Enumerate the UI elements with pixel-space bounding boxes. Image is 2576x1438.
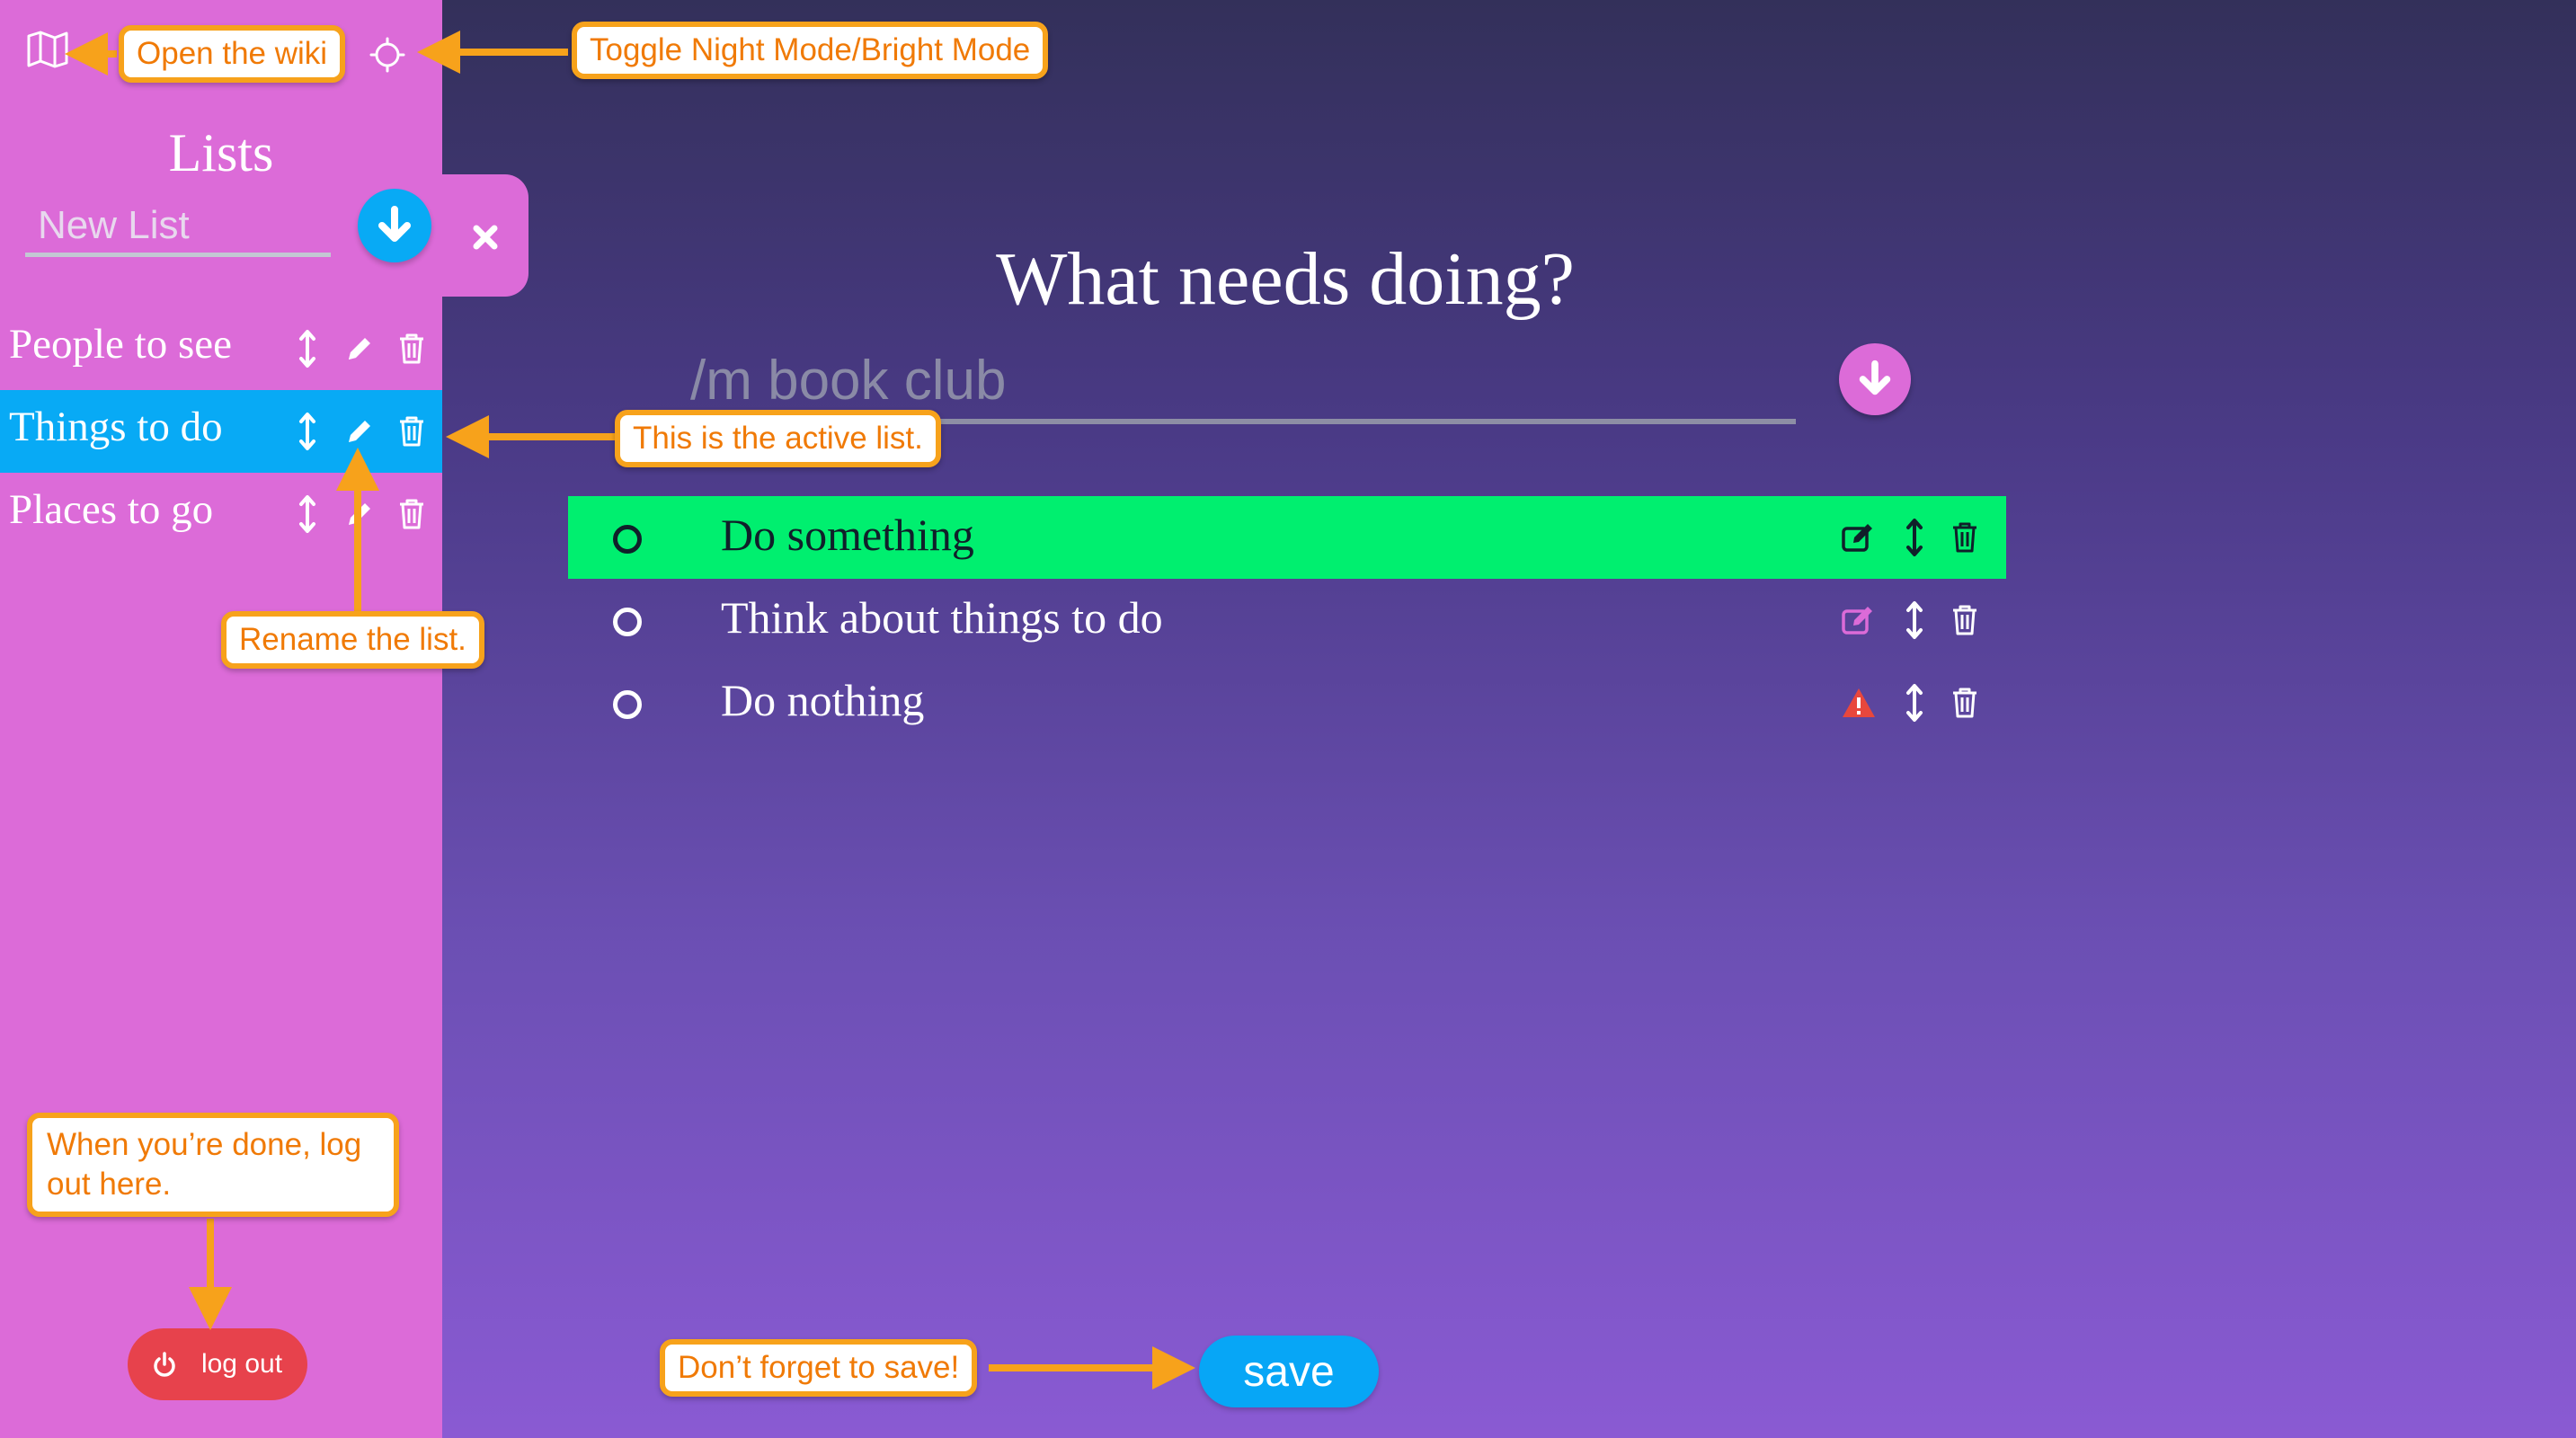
callout-active-list: This is the active list.	[615, 410, 941, 467]
annotation-arrows	[65, 31, 1195, 1389]
callout-rename: Rename the list.	[221, 611, 484, 669]
callout-logout: When you’re done, log out here.	[27, 1113, 399, 1217]
callout-wiki: Open the wiki	[119, 25, 346, 83]
callout-save: Don’t forget to save!	[660, 1339, 978, 1397]
callout-theme: Toggle Night Mode/Bright Mode	[572, 22, 1049, 79]
